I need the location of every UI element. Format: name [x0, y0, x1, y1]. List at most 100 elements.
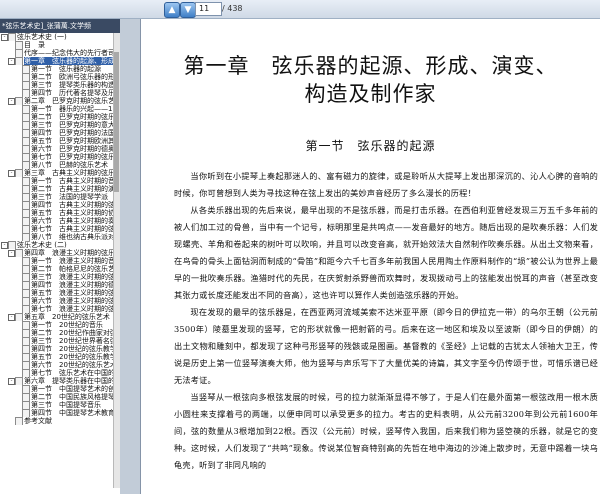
bookmark-label: 第六节 浪漫主义时期的弦: [31, 297, 115, 305]
bookmark-item[interactable]: 第七节 古典主义时期的弦: [0, 225, 120, 233]
bookmark-page-icon: [22, 129, 30, 137]
section-title: 第一节 弦乐器的起源: [305, 139, 436, 153]
bookmark-tree: - 弦乐艺术史 (一) 目 录代序——纪念伟大的先行者司徒 - 第一章 弦乐器的起源、形…: [0, 33, 120, 425]
bookmark-label: 第三节 中国提琴音乐: [31, 401, 101, 409]
bookmark-page-icon: [22, 369, 30, 377]
bookmark-label: 第一节 浪漫主义时期的音: [31, 257, 115, 265]
bookmark-label: 第二节 欧洲弓弦乐器的形: [31, 73, 115, 81]
paragraph: 当你听到在小提琴上奏起那迷人的、富有磁力的旋律，或是聆听从大提琴上发出那深沉的、…: [174, 171, 598, 198]
bookmark-item[interactable]: - 第五章 20世纪的弦乐艺术: [0, 313, 120, 321]
bookmark-item[interactable]: 第一节 20世纪的音乐: [0, 321, 120, 329]
bookmark-page-icon: [22, 345, 30, 353]
bookmark-label: 弦乐艺术史 (一): [17, 33, 67, 41]
bookmark-page-icon: [22, 89, 30, 97]
bookmark-item[interactable]: 第四节 中国提琴艺术教育: [0, 409, 120, 417]
bookmark-item[interactable]: 第一节 弦乐器的起源: [0, 65, 120, 73]
arrow-down-icon[interactable]: ▼: [180, 2, 196, 18]
bookmark-label: 第二节 古典主义时期的演: [31, 185, 115, 193]
bookmark-item[interactable]: 第三节 浪漫主义时期的弦: [0, 273, 120, 281]
bookmark-item[interactable]: - 弦乐艺术史 (一): [0, 33, 120, 41]
bookmark-item[interactable]: 第五节 古典主义时期的协: [0, 209, 120, 217]
bookmarks-tab-title[interactable]: *弦乐艺术史]_张蒲萬.文学频: [0, 19, 120, 33]
expand-toggle-icon[interactable]: -: [1, 242, 8, 249]
bookmark-item[interactable]: 第六节 浪漫主义时期的弦: [0, 297, 120, 305]
bookmark-item[interactable]: 第二节 帕格尼尼的弦乐艺: [0, 265, 120, 273]
bookmark-item[interactable]: 第五节 浪漫主义时期的弦: [0, 289, 120, 297]
bookmark-item[interactable]: 第二节 20世纪作曲家对弦: [0, 329, 120, 337]
bookmark-label: 第五节 浪漫主义时期的弦: [31, 289, 115, 297]
bookmark-item[interactable]: 目 录: [0, 41, 120, 49]
bookmark-item[interactable]: - 第一章 弦乐器的起源、形成、: [0, 57, 120, 65]
bookmark-label: 第三节 法国的提琴学派: [31, 193, 108, 201]
bookmark-item[interactable]: 第四节 巴罗克时期的法国: [0, 129, 120, 137]
chapter-title-line2: 构造及制作家: [304, 82, 437, 106]
bookmark-item[interactable]: 第五节 20世纪的弦乐教学: [0, 353, 120, 361]
bookmark-item[interactable]: 第六节 古典主义时期的奏: [0, 217, 120, 225]
bookmark-item[interactable]: 第四节 浪漫主义时期的德: [0, 281, 120, 289]
bookmark-item[interactable]: 第一节 浪漫主义时期的音: [0, 257, 120, 265]
bookmark-item[interactable]: 第七节 巴罗克时期的弦乐: [0, 153, 120, 161]
bookmark-item[interactable]: 代序——纪念伟大的先行者司徒: [0, 49, 120, 57]
bookmark-item[interactable]: 第六节 巴罗克时期的德奥: [0, 145, 120, 153]
bookmark-item[interactable]: 第一节 中国提琴艺术的创作: [0, 385, 120, 393]
bookmark-item[interactable]: 第一节 器乐的兴起——17: [0, 105, 120, 113]
bookmark-page-icon: [15, 57, 23, 65]
bookmark-label: 第五章 20世纪的弦乐艺术: [24, 313, 110, 321]
bookmark-item[interactable]: 第七节 弦乐艺术在中国的: [0, 369, 120, 377]
bookmark-item[interactable]: - 弦乐艺术史 (二): [0, 241, 120, 249]
chapter-title-line1: 第一章 弦乐器的起源、形成、演变、: [183, 54, 558, 78]
bookmark-item[interactable]: 第四节 20世纪的弦乐教学: [0, 345, 120, 353]
expand-toggle-icon[interactable]: -: [8, 170, 15, 177]
bookmark-item[interactable]: 第二节 中国民族风格提琴: [0, 393, 120, 401]
bookmark-item[interactable]: 第六节 20世纪的弦乐艺术: [0, 361, 120, 369]
bookmark-label: 第一节 中国提琴艺术的创作: [31, 385, 120, 393]
bookmark-item[interactable]: 第八节 维也纳古典乐派对: [0, 233, 120, 241]
bookmark-page-icon: [22, 217, 30, 225]
expand-toggle-icon[interactable]: -: [8, 314, 15, 321]
bookmark-item[interactable]: 第二节 古典主义时期的演: [0, 185, 120, 193]
expand-toggle-icon[interactable]: -: [8, 378, 15, 385]
bookmark-item[interactable]: - 第二章 巴罗克时期的弦乐艺: [0, 97, 120, 105]
bookmark-label: 第七节 弦乐艺术在中国的: [31, 369, 115, 377]
bookmark-page-icon: [15, 249, 23, 257]
bookmark-label: 第一节 器乐的兴起——17: [31, 105, 117, 113]
bookmark-item[interactable]: 第一节 古典主义时期的音: [0, 177, 120, 185]
bookmark-page-icon: [22, 233, 30, 241]
bookmark-page-icon: [22, 401, 30, 409]
expand-toggle-icon[interactable]: -: [1, 34, 8, 41]
bookmark-item[interactable]: 第三节 提琴类乐器的构造: [0, 81, 120, 89]
bookmark-item[interactable]: 第三节 巴罗克时期的意大: [0, 121, 120, 129]
page-number-input[interactable]: 11: [195, 2, 222, 16]
panel-splitter[interactable]: [120, 19, 141, 494]
expand-toggle-icon[interactable]: -: [8, 58, 15, 65]
bookmark-item[interactable]: 第七节 浪漫主义时期的弦: [0, 305, 120, 313]
bookmark-item[interactable]: 第四节 古典主义时期的弦: [0, 201, 120, 209]
bookmark-item[interactable]: - 第四章 浪漫主义时期的弦乐: [0, 249, 120, 257]
bookmark-page-icon: [22, 337, 30, 345]
arrow-up-icon[interactable]: ▲: [164, 2, 180, 18]
bookmark-item[interactable]: 第三节 法国的提琴学派: [0, 193, 120, 201]
bookmark-item[interactable]: - 第三章 古典主义时期的弦乐: [0, 169, 120, 177]
bookmark-item[interactable]: 第五节 巴罗克时期欧洲其: [0, 137, 120, 145]
bookmark-item[interactable]: 第二节 巴罗克时期的弦乐: [0, 113, 120, 121]
bookmark-page-icon: [22, 257, 30, 265]
bookmark-item[interactable]: 第四节 历代著名提琴及乐: [0, 89, 120, 97]
bookmark-page-icon: [15, 169, 23, 177]
bookmark-label: 第二节 巴罗克时期的弦乐: [31, 113, 115, 121]
bookmark-item[interactable]: 第三节 20世纪世界著名弦: [0, 337, 120, 345]
bookmark-page-icon: [22, 265, 30, 273]
bookmark-item[interactable]: 参考文献: [0, 417, 120, 425]
sidebar-scrollbar-thumb[interactable]: [114, 52, 119, 192]
bookmark-page-icon: [22, 281, 30, 289]
expand-toggle-icon[interactable]: -: [8, 250, 15, 257]
bookmark-item[interactable]: - 第六章 提琴类乐器在中国的: [0, 377, 120, 385]
expand-toggle-icon[interactable]: -: [8, 98, 15, 105]
bookmark-item[interactable]: 第三节 中国提琴音乐: [0, 401, 120, 409]
bookmark-item[interactable]: 第二节 欧洲弓弦乐器的形: [0, 73, 120, 81]
bookmark-label: 第五节 20世纪的弦乐教学: [31, 353, 117, 361]
bookmark-item[interactable]: 第八节 巴赫的弦乐艺术: [0, 161, 120, 169]
paragraph: 当竖琴从一根弦向多根弦发展的时候，弓的拉力就渐渐显得不够了，于是人们在最外面第一…: [174, 392, 598, 470]
bookmark-label: 代序——纪念伟大的先行者司徒: [24, 49, 120, 57]
bookmark-page-icon: [22, 353, 30, 361]
bookmarks-panel: *弦乐艺术史]_张蒲萬.文学频 - 弦乐艺术史 (一) 目 录代序——纪念伟大的先行…: [0, 19, 121, 494]
